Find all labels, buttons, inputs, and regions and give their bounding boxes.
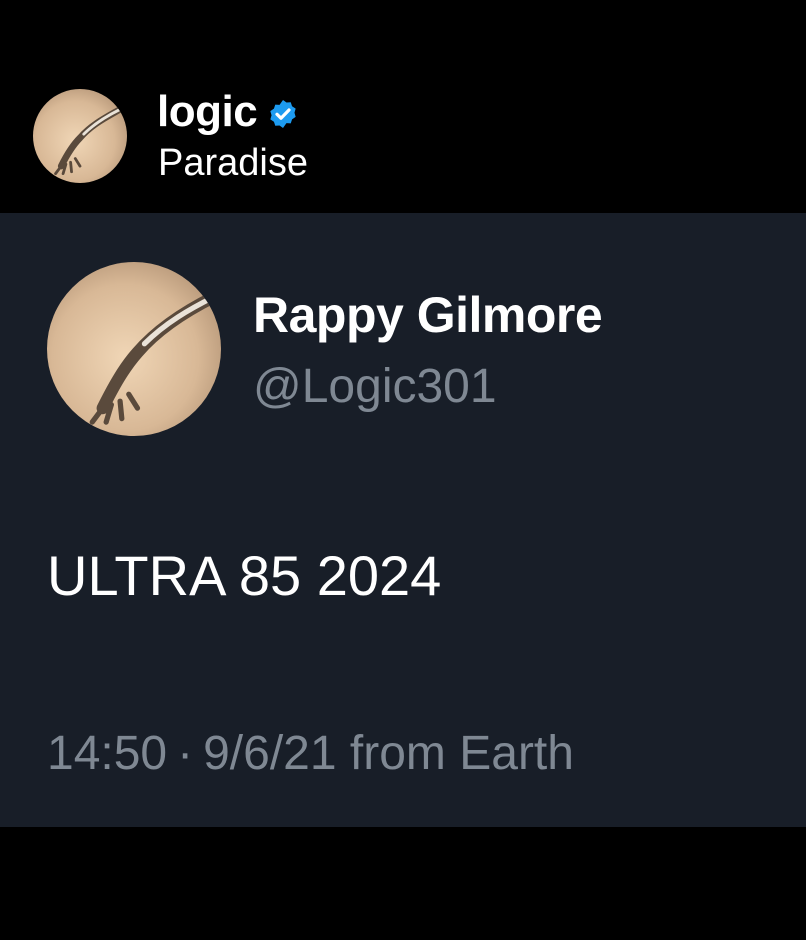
tweet-card[interactable]: Rappy Gilmore @Logic301 ULTRA 85 2024 14…	[0, 213, 806, 827]
bottom-band	[0, 827, 806, 940]
tweet-timestamp: 14:50 · 9/6/21 from Earth	[47, 726, 574, 781]
tweet-date-source: 9/6/21 from Earth	[203, 727, 574, 780]
meta-separator: ·	[177, 727, 194, 780]
profile-photo-icon	[33, 89, 127, 183]
header-avatar[interactable]	[33, 89, 127, 183]
header-account-name[interactable]: logic	[157, 87, 258, 137]
tweet-author-name[interactable]: Rappy Gilmore	[253, 286, 603, 344]
profile-header: logic Paradise	[0, 0, 806, 213]
tweet-text: ULTRA 85 2024	[47, 544, 442, 607]
tweet-author-handle[interactable]: @Logic301	[253, 359, 497, 414]
screenshot-page: logic Paradise Rappy Gilmore @Logic301 U…	[0, 0, 806, 940]
tweet-time: 14:50	[47, 727, 168, 780]
verified-badge-icon	[270, 100, 296, 128]
header-name-row: logic	[157, 86, 299, 138]
profile-photo-icon	[47, 262, 221, 436]
header-subtitle: Paradise	[158, 142, 308, 184]
tweet-author-avatar[interactable]	[47, 262, 221, 436]
